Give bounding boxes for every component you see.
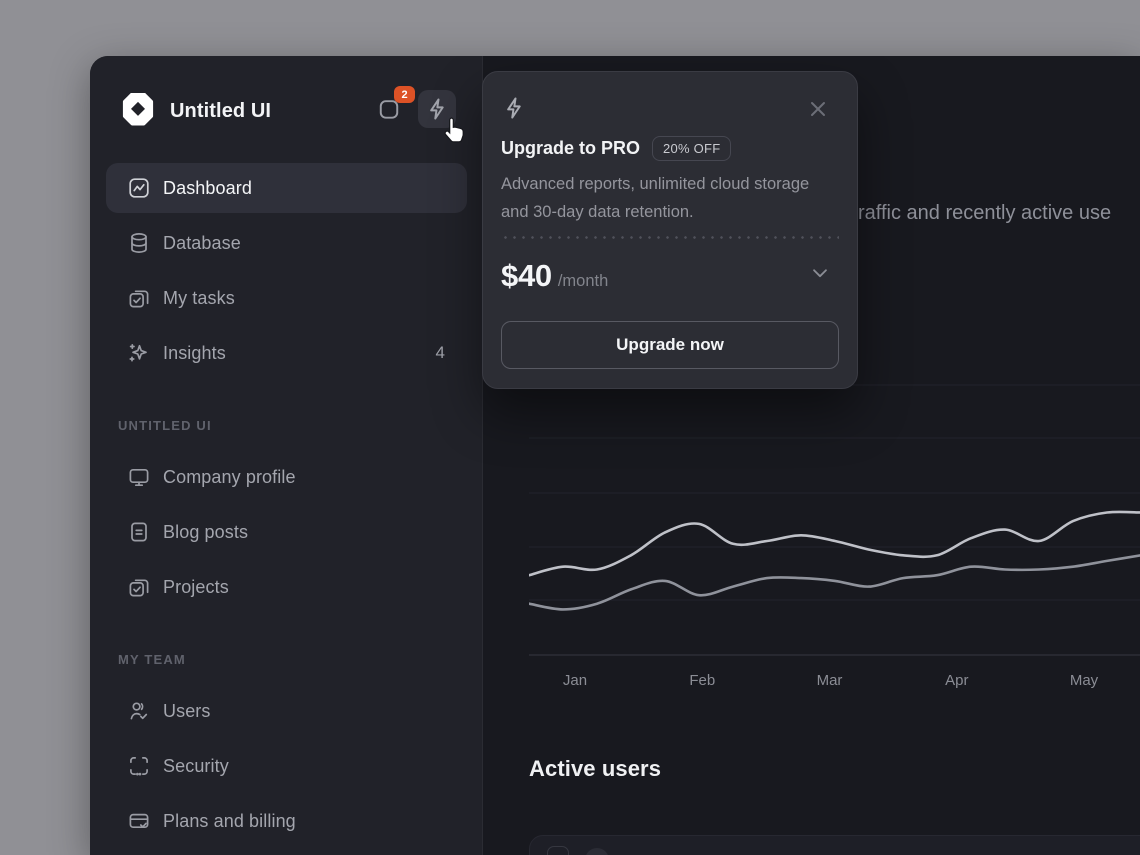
active-users-heading: Active users [529, 756, 661, 782]
user-check-icon [127, 699, 151, 723]
sidebar-item-label: Dashboard [163, 178, 252, 199]
line-chart: Jan Feb Mar Apr May [529, 370, 1140, 700]
tasks-icon [127, 286, 151, 310]
zap-icon [424, 96, 450, 122]
notifications-button[interactable]: 2 [370, 90, 408, 128]
row-checkbox[interactable] [547, 846, 569, 855]
sidebar-item-plans-billing[interactable]: Plans and billing [106, 796, 467, 846]
chart-icon [127, 176, 151, 200]
sidebar-item-users[interactable]: Users [106, 686, 467, 736]
upgrade-now-label: Upgrade now [616, 335, 724, 355]
sidebar-item-insights[interactable]: Insights 4 [106, 328, 467, 378]
chart-series [529, 512, 1140, 610]
app-window: Untitled UI 2 Dashboard [90, 56, 1140, 855]
svg-text:Feb: Feb [689, 672, 715, 689]
sidebar-item-label: Blog posts [163, 522, 248, 543]
section-header-untitled-ui: UNTITLED UI [118, 418, 212, 433]
sidebar-item-label: Insights [163, 343, 226, 364]
svg-text:Jan: Jan [563, 672, 587, 689]
sidebar-item-label: My tasks [163, 288, 235, 309]
sidebar-item-my-tasks[interactable]: My tasks [106, 273, 467, 323]
sidebar-item-company-profile[interactable]: Company profile [106, 452, 467, 502]
document-icon [127, 520, 151, 544]
upgrade-popover: Upgrade to PRO 20% OFF Advanced reports,… [482, 71, 858, 389]
dotted-divider [501, 236, 839, 239]
section-header-my-team: MY TEAM [118, 652, 186, 667]
line-bottom [529, 555, 1140, 609]
chart-gridlines [529, 385, 1140, 655]
upgrade-zap-button[interactable] [418, 90, 456, 128]
app-title: Untitled UI [170, 100, 271, 123]
close-icon[interactable] [807, 98, 829, 120]
sparkle-icon [127, 341, 151, 365]
sidebar: Untitled UI 2 Dashboard [90, 56, 483, 855]
line-top [529, 512, 1140, 575]
sidebar-item-label: Security [163, 756, 229, 777]
app-logo: Untitled UI [120, 92, 271, 130]
tasks-icon [127, 575, 151, 599]
popover-title: Upgrade to PRO [501, 138, 640, 159]
zap-icon [501, 95, 527, 121]
page-subtitle: raffic and recently active use [858, 202, 1111, 225]
sidebar-item-dashboard[interactable]: Dashboard [106, 163, 467, 213]
price-period: /month [558, 272, 608, 291]
sidebar-item-label: Company profile [163, 467, 296, 488]
svg-text:Mar: Mar [817, 672, 843, 689]
sidebar-item-blog-posts[interactable]: Blog posts [106, 507, 467, 557]
sidebar-item-projects[interactable]: Projects [106, 562, 467, 612]
traffic-chart: Jan Feb Mar Apr May [529, 370, 1140, 700]
sidebar-item-security[interactable]: Security [106, 741, 467, 791]
database-icon [127, 231, 151, 255]
svg-text:May: May [1070, 672, 1099, 689]
sidebar-item-label: Users [163, 701, 211, 722]
monitor-icon [127, 465, 151, 489]
sidebar-item-label: Projects [163, 577, 229, 598]
sidebar-item-database[interactable]: Database [106, 218, 467, 268]
upgrade-now-button[interactable]: Upgrade now [501, 321, 839, 369]
sidebar-item-label: Database [163, 233, 241, 254]
scan-icon [127, 754, 151, 778]
credit-card-icon [127, 809, 151, 833]
sidebar-item-label: Plans and billing [163, 811, 296, 832]
chevron-down-icon[interactable] [809, 262, 831, 284]
insights-count: 4 [436, 343, 445, 363]
chart-x-tick-labels: Jan Feb Mar Apr May [563, 672, 1099, 689]
avatar [585, 848, 609, 855]
logo-icon [120, 93, 156, 129]
price-value: $40 [501, 258, 552, 294]
active-users-card [529, 835, 1140, 855]
notification-count-badge: 2 [394, 86, 415, 103]
popover-description: Advanced reports, unlimited cloud storag… [501, 171, 817, 226]
discount-badge: 20% OFF [652, 136, 731, 161]
svg-text:Apr: Apr [945, 672, 968, 689]
